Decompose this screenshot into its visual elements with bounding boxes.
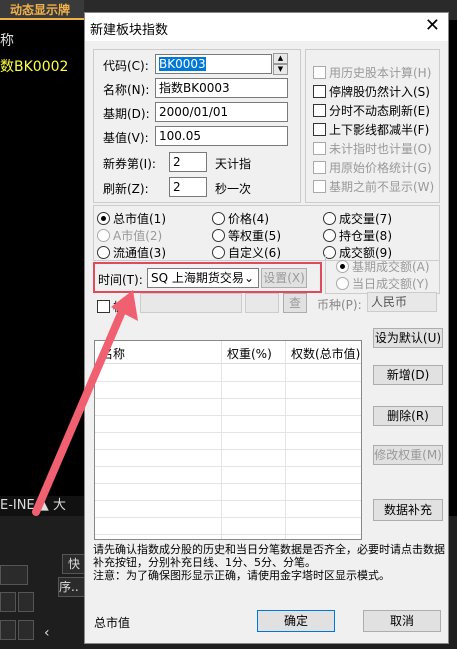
annotation-arrow-icon (32, 290, 138, 516)
